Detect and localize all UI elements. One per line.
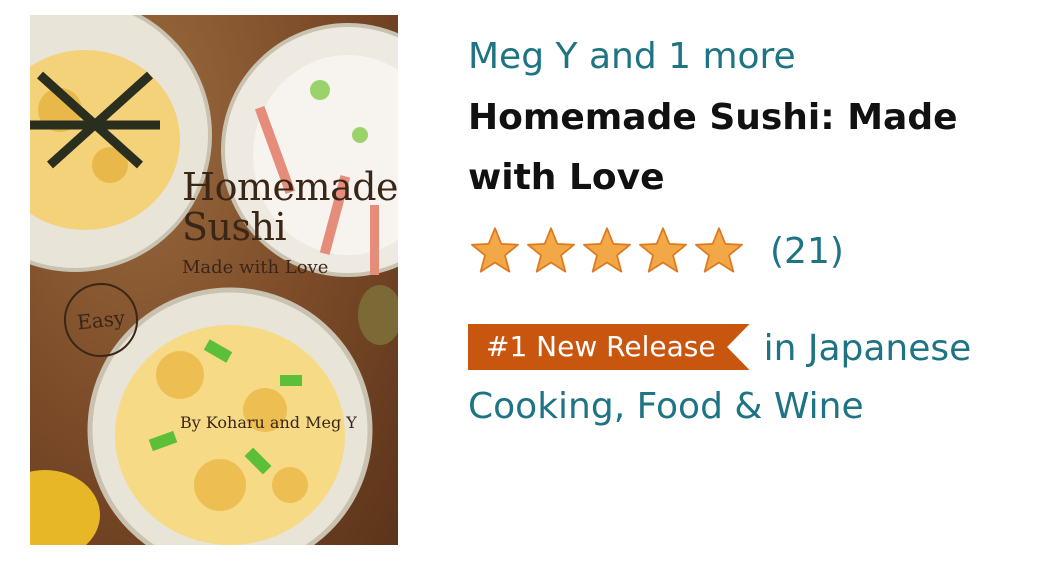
- rating-count[interactable]: (21): [770, 231, 844, 272]
- star-icon: [524, 226, 578, 276]
- cover-illustration: [30, 15, 398, 545]
- author-link[interactable]: Meg Y and 1 more: [468, 30, 1043, 84]
- cover-subtitle: Made with Love: [182, 257, 329, 278]
- rating-row: (21): [468, 226, 1043, 276]
- new-release-badge: #1 New Release: [468, 324, 750, 370]
- book-details: Meg Y and 1 more Homemade Sushi: Made wi…: [468, 30, 1043, 436]
- book-title[interactable]: Homemade Sushi: Made with Love: [468, 88, 1028, 208]
- star-icon: [580, 226, 634, 276]
- star-icon: [636, 226, 690, 276]
- bestseller-rank: #1 New Release in Japanese Cooking, Food …: [468, 320, 1043, 436]
- star-rating[interactable]: [468, 226, 746, 276]
- cover-title: Homemade Sushi: [182, 165, 398, 249]
- star-icon: [468, 226, 522, 276]
- cover-author-line: By Koharu and Meg Y: [180, 413, 357, 432]
- book-cover[interactable]: Homemade Sushi Made with Love Easy By Ko…: [30, 15, 398, 545]
- star-icon: [692, 226, 746, 276]
